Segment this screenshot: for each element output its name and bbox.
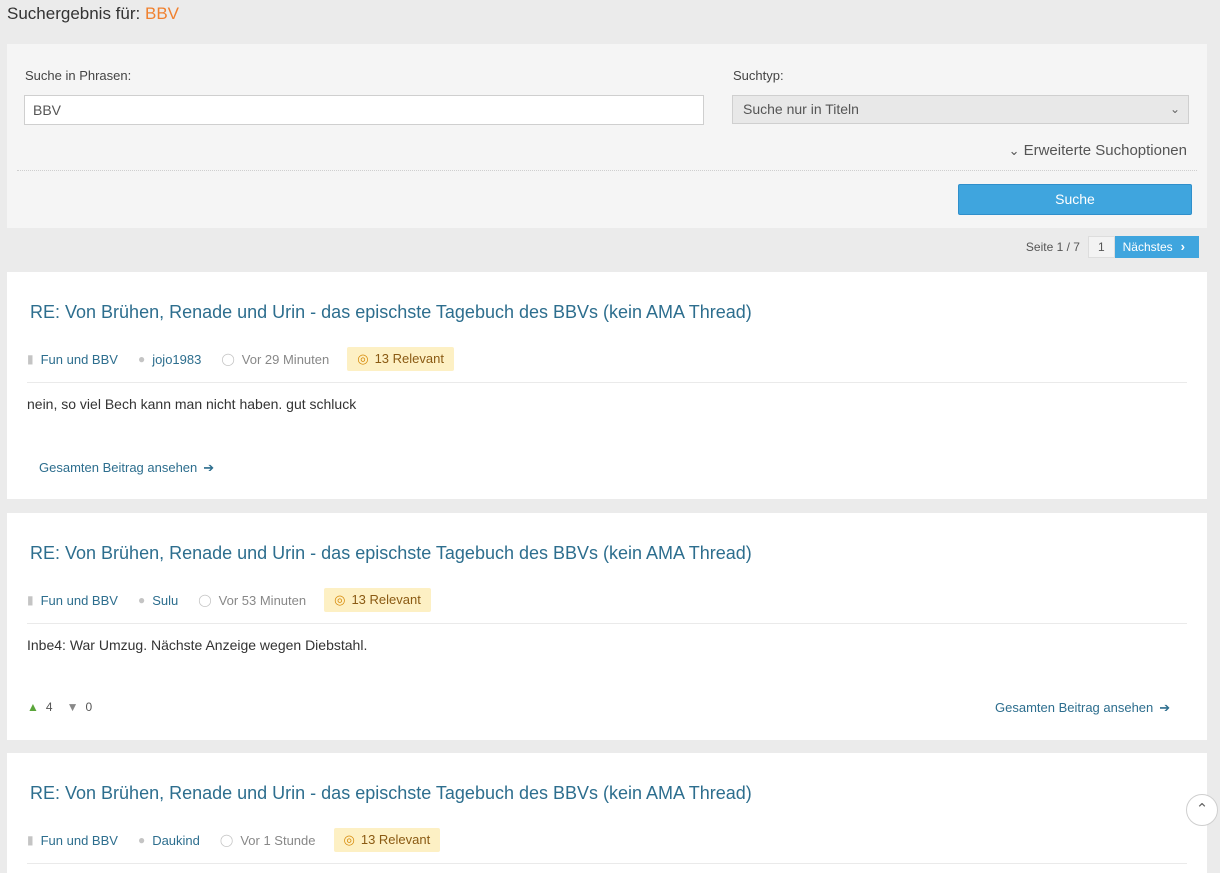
search-result: RE: Von Brühen, Renade und Urin - das ep…: [7, 513, 1207, 740]
phrase-input[interactable]: [24, 95, 704, 125]
post-time: Vor 53 Minuten: [218, 592, 307, 608]
divider: [27, 382, 1187, 383]
view-post-label: Gesamten Beitrag ansehen: [995, 700, 1154, 715]
vote-bar: ▲ 4 ▼ 0: [27, 700, 92, 714]
chevron-down-icon: ⌄: [1008, 143, 1020, 158]
result-title-link[interactable]: RE: Von Brühen, Renade und Urin - das ep…: [30, 783, 752, 804]
search-type-select[interactable]: Suche nur in Titeln ⌄: [732, 95, 1189, 124]
user-icon: ●: [137, 833, 146, 847]
page-title-prefix: Suchergebnis für:: [7, 4, 141, 23]
page-info: Seite 1 / 7: [1025, 240, 1080, 254]
relevance-text: 13 Relevant: [360, 832, 431, 847]
result-excerpt: Inbe4: War Umzug. Nächste Anzeige wegen …: [27, 637, 368, 653]
clock-icon: ◯: [198, 593, 212, 607]
chevron-right-icon: ›: [1180, 239, 1185, 254]
author-link[interactable]: Sulu: [152, 593, 178, 608]
post-time: Vor 29 Minuten: [241, 351, 330, 367]
view-post-link[interactable]: Gesamten Beitrag ansehen ➔: [995, 700, 1170, 716]
advanced-options-label: Erweiterte Suchoptionen: [1023, 142, 1187, 159]
result-title-link[interactable]: RE: Von Brühen, Renade und Urin - das ep…: [30, 543, 752, 564]
search-query: BBV: [144, 4, 180, 23]
user-icon: ●: [137, 352, 146, 366]
folder-icon: ▮: [27, 833, 34, 847]
divider: [27, 863, 1187, 864]
relevance-text: 13 Relevant: [374, 351, 444, 366]
search-panel: Suche in Phrasen: Suchtyp: Suche nur in …: [7, 44, 1207, 228]
result-title-link[interactable]: RE: Von Brühen, Renade und Urin - das ep…: [30, 302, 752, 323]
pagination: Seite 1 / 7 1 Nächstes ›: [1026, 236, 1199, 258]
search-type-value: Suche nur in Titeln: [743, 101, 859, 117]
forum-link[interactable]: Fun und BBV: [41, 593, 118, 608]
folder-icon: ▮: [27, 593, 34, 607]
result-meta: ▮ Fun und BBV ● jojo1983 ◯ Vor 29 Minuten ◎…: [27, 347, 454, 371]
phrase-label: Suche in Phrasen:: [25, 68, 132, 83]
relevance-badge: ◎ 13 Relevant: [333, 828, 441, 852]
target-icon: ◎: [343, 832, 355, 847]
scroll-to-top-button[interactable]: ⌃: [1186, 794, 1218, 826]
result-excerpt: nein, so viel Bech kann man nicht haben.…: [27, 396, 357, 412]
relevance-badge: ◎ 13 Relevant: [324, 588, 431, 612]
thumbs-up-icon[interactable]: ▲: [27, 700, 39, 714]
chevron-down-icon: ⌄: [1169, 102, 1180, 116]
dislike-count: 0: [85, 700, 93, 714]
result-meta: ▮ Fun und BBV ● Daukind ◯ Vor 1 Stunde ◎ 13 …: [27, 828, 441, 852]
search-result: RE: Von Brühen, Renade und Urin - das ep…: [7, 753, 1207, 873]
search-result: RE: Von Brühen, Renade und Urin - das ep…: [7, 272, 1207, 499]
divider: [27, 623, 1187, 624]
chevron-up-icon: ⌃: [1195, 801, 1209, 818]
search-button[interactable]: Suche: [958, 184, 1192, 215]
arrow-right-icon: ➔: [203, 460, 215, 475]
page-number-button[interactable]: 1: [1087, 236, 1115, 258]
like-count: 4: [45, 700, 53, 714]
advanced-options-toggle[interactable]: ⌄ Erweiterte Suchoptionen: [1009, 142, 1187, 159]
divider: [17, 170, 1197, 171]
next-page-label: Nächstes: [1122, 240, 1173, 254]
user-icon: ●: [137, 593, 146, 607]
forum-link[interactable]: Fun und BBV: [41, 833, 118, 848]
next-page-button[interactable]: Nächstes ›: [1114, 236, 1199, 258]
search-type-label: Suchtyp:: [733, 68, 784, 83]
result-meta: ▮ Fun und BBV ● Sulu ◯ Vor 53 Minuten ◎ 13 R…: [27, 588, 431, 612]
relevance-text: 13 Relevant: [351, 592, 421, 607]
page-title: Suchergebnis für: BBV: [7, 4, 179, 24]
relevance-badge: ◎ 13 Relevant: [347, 347, 454, 371]
post-time: Vor 1 Stunde: [240, 832, 316, 848]
author-link[interactable]: Daukind: [152, 833, 200, 848]
view-post-label: Gesamten Beitrag ansehen: [39, 460, 198, 475]
clock-icon: ◯: [219, 833, 234, 847]
thumbs-down-icon[interactable]: ▼: [67, 700, 79, 714]
target-icon: ◎: [334, 592, 346, 607]
target-icon: ◎: [357, 351, 369, 366]
forum-link[interactable]: Fun und BBV: [41, 352, 118, 367]
folder-icon: ▮: [27, 352, 34, 366]
view-post-link[interactable]: Gesamten Beitrag ansehen ➔: [39, 460, 214, 476]
arrow-right-icon: ➔: [1159, 700, 1171, 715]
author-link[interactable]: jojo1983: [152, 352, 201, 367]
clock-icon: ◯: [221, 352, 235, 366]
